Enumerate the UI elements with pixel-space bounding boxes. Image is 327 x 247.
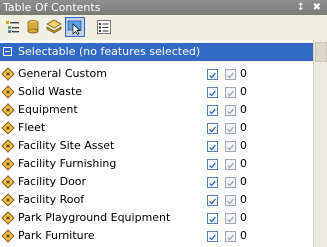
close-icon[interactable]: ✖ [313, 0, 321, 15]
layer-name: General Custom [18, 67, 107, 80]
selectable-checkbox[interactable] [207, 123, 218, 134]
layer-name: Facility Door [18, 175, 87, 188]
vertical-scrollbar[interactable] [313, 40, 327, 247]
layer-row[interactable]: Facility Furnishing 0 [0, 155, 313, 173]
selectable-checkbox[interactable] [207, 69, 218, 80]
layer-name: Park Furniture [18, 229, 95, 242]
selected-checkbox[interactable] [225, 105, 236, 116]
selectable-checkbox[interactable] [207, 213, 218, 224]
selected-checkbox[interactable] [225, 195, 236, 206]
selectable-group-header[interactable]: Selectable (no features selected) [0, 43, 313, 61]
selected-count: 0 [240, 121, 247, 134]
point-layer-icon [1, 157, 15, 171]
point-layer-icon [1, 85, 15, 99]
layer-row[interactable]: Facility Door 0 [0, 173, 313, 191]
selected-count: 0 [240, 175, 247, 188]
scrollbar-thumb[interactable] [315, 42, 327, 62]
toc-tree: Selectable (no features selected) Genera… [0, 40, 313, 247]
point-layer-icon [1, 193, 15, 207]
selected-count: 0 [240, 103, 247, 116]
layer-name: Fleet [18, 121, 46, 134]
collapse-icon[interactable] [3, 47, 12, 56]
point-layer-icon [1, 139, 15, 153]
selectable-checkbox[interactable] [207, 159, 218, 170]
layer-stack-icon [46, 19, 62, 34]
selected-count: 0 [240, 229, 247, 242]
selected-count: 0 [240, 139, 247, 152]
layer-name: Facility Furnishing [18, 157, 117, 170]
panel-title-bar: Table Of Contents ↕ ✖ [0, 0, 327, 15]
layer-row[interactable]: Facility Site Asset 0 [0, 137, 313, 155]
list-by-drawing-order-button[interactable] [3, 17, 23, 37]
selected-checkbox[interactable] [225, 87, 236, 98]
layer-name: Park Playground Equipment [18, 211, 171, 224]
selectable-checkbox[interactable] [207, 177, 218, 188]
point-layer-icon [1, 175, 15, 189]
layers-list-icon [6, 21, 19, 33]
selected-checkbox[interactable] [225, 231, 236, 242]
point-layer-icon [1, 211, 15, 225]
options-button[interactable] [94, 17, 114, 37]
layer-row[interactable]: Park Playground Equipment 0 [0, 209, 313, 227]
pin-icon[interactable]: ↕ [297, 0, 305, 15]
selectable-checkbox[interactable] [207, 231, 218, 242]
toc-toolbar [0, 15, 327, 40]
selected-count: 0 [240, 85, 247, 98]
layer-row[interactable]: Solid Waste 0 [0, 83, 313, 101]
layer-row[interactable]: General Custom 0 [0, 65, 313, 83]
point-layer-icon [1, 67, 15, 81]
list-by-source-button[interactable] [23, 17, 43, 37]
options-list-icon [97, 20, 111, 34]
selectable-checkbox[interactable] [207, 141, 218, 152]
layer-name: Equipment [18, 103, 78, 116]
layer-row[interactable]: Facility Roof 0 [0, 191, 313, 209]
selected-checkbox[interactable] [225, 177, 236, 188]
point-layer-icon [1, 103, 15, 117]
panel-title: Table Of Contents [3, 1, 101, 14]
selected-count: 0 [240, 67, 247, 80]
selected-checkbox[interactable] [225, 123, 236, 134]
layer-name: Facility Roof [18, 193, 85, 206]
layer-row[interactable]: Equipment 0 [0, 101, 313, 119]
selectable-checkbox[interactable] [207, 195, 218, 206]
selected-count: 0 [240, 157, 247, 170]
selectable-checkbox[interactable] [207, 87, 218, 98]
selected-checkbox[interactable] [225, 69, 236, 80]
selected-checkbox[interactable] [225, 159, 236, 170]
selected-checkbox[interactable] [225, 141, 236, 152]
layer-row[interactable]: Fleet 0 [0, 119, 313, 137]
layer-name: Solid Waste [18, 85, 83, 98]
selectable-checkbox[interactable] [207, 105, 218, 116]
database-icon [27, 20, 39, 34]
list-by-visibility-button[interactable] [44, 17, 64, 37]
selected-checkbox[interactable] [225, 213, 236, 224]
point-layer-icon [1, 229, 15, 243]
selected-count: 0 [240, 193, 247, 206]
group-label: Selectable (no features selected) [18, 45, 201, 58]
list-by-selection-button[interactable] [65, 17, 85, 37]
selection-icon [67, 20, 82, 35]
layer-name: Facility Site Asset [18, 139, 115, 152]
point-layer-icon [1, 121, 15, 135]
selected-count: 0 [240, 211, 247, 224]
layer-row[interactable]: Park Furniture 0 [0, 227, 313, 245]
